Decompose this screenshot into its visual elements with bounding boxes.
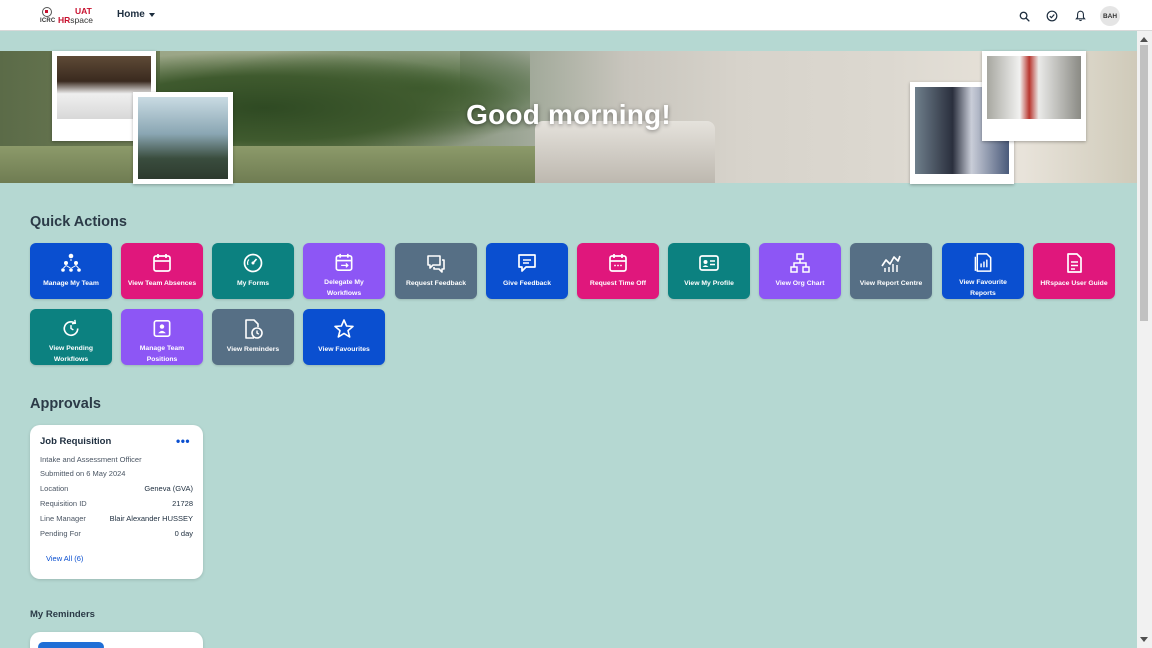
bell-icon[interactable] xyxy=(1072,7,1088,25)
logo-app-name: HRspace xyxy=(58,15,93,25)
tile-label: View Team Absences xyxy=(127,280,197,287)
home-menu-button[interactable]: Home xyxy=(117,9,155,20)
gauge-icon xyxy=(243,253,263,273)
row-label: Requisition ID xyxy=(40,499,87,508)
chevron-down-icon xyxy=(148,12,155,17)
logo-app-hr: HR xyxy=(58,15,71,25)
org-people-icon xyxy=(61,253,81,272)
tile-view-favourites[interactable]: View Favourites xyxy=(303,309,385,365)
greeting-title: Good morning! xyxy=(466,99,671,130)
tile-label: View Favourites xyxy=(318,346,370,353)
tile-manage-my-team[interactable]: Manage My Team xyxy=(30,243,112,299)
calendar-grid-icon xyxy=(609,254,627,272)
row-label: Line Manager xyxy=(40,514,86,523)
tile-view-reminders[interactable]: View Reminders xyxy=(212,309,294,365)
shell-actions: BAH xyxy=(1016,6,1120,26)
row-label: Pending For xyxy=(40,529,81,538)
tile-view-report-centre[interactable]: View Report Centre xyxy=(850,243,932,299)
tile-give-feedback[interactable]: Give Feedback xyxy=(486,243,568,299)
approval-card-title: Job Requisition xyxy=(40,436,112,447)
tile-label: Delegate My Workflows xyxy=(324,279,364,297)
tile-request-feedback[interactable]: Request Feedback xyxy=(395,243,477,299)
tile-label: View Favourite Reports xyxy=(959,279,1007,297)
person-frame-icon xyxy=(153,320,171,337)
scroll-up-icon[interactable] xyxy=(1140,37,1148,42)
tile-delegate-my-workflows[interactable]: Delegate My Workflows xyxy=(303,243,385,299)
org-chart-icon xyxy=(790,253,810,273)
reminders-title: My Reminders xyxy=(30,609,95,620)
tile-label: View Org Chart xyxy=(775,280,825,287)
document-icon xyxy=(1067,253,1082,273)
app-logo[interactable]: ICRC UAT HRspace xyxy=(38,5,94,27)
star-icon xyxy=(334,319,354,338)
row-label: Location xyxy=(40,484,69,493)
tile-view-team-absences[interactable]: View Team Absences xyxy=(121,243,203,299)
tile-label: Request Time Off xyxy=(589,280,647,287)
approval-card-row: Requisition ID 21728 xyxy=(40,499,193,508)
approvals-title: Approvals xyxy=(30,396,101,412)
document-clock-icon xyxy=(245,319,263,339)
home-menu-label: Home xyxy=(117,9,145,20)
scrollbar-thumb[interactable] xyxy=(1140,45,1148,321)
tile-label: Manage Team Positions xyxy=(139,345,185,363)
calendar-arrow-icon xyxy=(335,253,353,271)
calendar-icon xyxy=(153,254,171,272)
tile-label: View My Profile xyxy=(684,280,734,287)
banner-ground xyxy=(0,146,560,183)
tile-label: View Report Centre xyxy=(859,280,923,287)
view-all-link[interactable]: View All (6) xyxy=(46,554,83,563)
row-value: Geneva (GVA) xyxy=(144,484,193,493)
reminder-status-pill xyxy=(38,642,104,648)
tile-view-favourite-reports[interactable]: View Favourite Reports xyxy=(942,243,1024,299)
row-value: 0 day xyxy=(174,529,193,538)
tile-hrspace-user-guide[interactable]: HRspace User Guide xyxy=(1033,243,1115,299)
tasks-icon[interactable] xyxy=(1044,7,1060,25)
approval-card-row: Location Geneva (GVA) xyxy=(40,484,193,493)
tile-label: Manage My Team xyxy=(43,280,99,287)
tile-request-time-off[interactable]: Request Time Off xyxy=(577,243,659,299)
report-icon xyxy=(974,253,992,272)
approval-card[interactable]: Job Requisition ••• Intake and Assessmen… xyxy=(30,425,203,579)
tile-my-forms[interactable]: My Forms xyxy=(212,243,294,299)
tile-label: Request Feedback xyxy=(405,280,467,287)
user-avatar[interactable]: BAH xyxy=(1100,6,1120,26)
refresh-clock-icon xyxy=(63,319,79,337)
chat-bubbles-icon xyxy=(427,255,445,273)
tile-label: HRspace User Guide xyxy=(1040,280,1108,287)
tile-view-pending-workflows[interactable]: View Pending Workflows xyxy=(30,309,112,365)
shell-bar: ICRC UAT HRspace Home BAH xyxy=(0,0,1152,31)
tile-label: Give Feedback xyxy=(503,280,551,287)
search-icon[interactable] xyxy=(1016,7,1032,25)
row-value: 21728 xyxy=(172,499,193,508)
approval-card-row: Pending For 0 day xyxy=(40,529,193,538)
scroll-down-icon[interactable] xyxy=(1140,637,1148,642)
tile-label: My Forms xyxy=(236,280,270,287)
id-card-icon xyxy=(699,255,719,271)
logo-org: ICRC xyxy=(40,18,56,24)
tile-view-org-chart[interactable]: View Org Chart xyxy=(759,243,841,299)
line-chart-icon xyxy=(881,255,901,272)
more-options-icon[interactable]: ••• xyxy=(176,435,190,447)
comment-icon xyxy=(518,254,536,272)
approval-card-submitted: Submitted on 6 May 2024 xyxy=(40,469,126,478)
tile-label: View Pending Workflows xyxy=(48,345,94,363)
tile-view-my-profile[interactable]: View My Profile xyxy=(668,243,750,299)
page-scrollbar[interactable] xyxy=(1137,31,1152,648)
logo-app-space: space xyxy=(70,15,93,25)
quick-actions-title: Quick Actions xyxy=(30,214,127,230)
tile-manage-team-positions[interactable]: Manage Team Positions xyxy=(121,309,203,365)
tile-label: View Reminders xyxy=(226,346,280,353)
approval-card-row: Line Manager Blair Alexander HUSSEY xyxy=(40,514,193,523)
approval-card-subtitle: Intake and Assessment Officer xyxy=(40,455,142,464)
reminder-card[interactable] xyxy=(30,632,203,648)
icrc-emblem-icon xyxy=(42,7,52,17)
row-value: Blair Alexander HUSSEY xyxy=(109,514,193,523)
